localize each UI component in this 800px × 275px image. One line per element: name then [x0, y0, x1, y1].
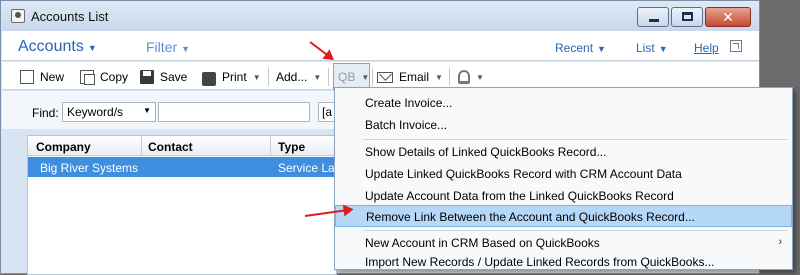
envelope-icon: [377, 71, 393, 83]
minimize-icon: [649, 19, 659, 22]
accounts-menu[interactable]: Accounts ▼: [18, 38, 97, 56]
chevron-down-icon: ▼: [313, 72, 322, 82]
window-title: Accounts List: [31, 9, 109, 24]
toolbar-divider: [372, 68, 373, 86]
menu-item-label: Import New Records / Update Linked Recor…: [365, 255, 715, 269]
menu-separator: [363, 139, 788, 140]
cell-type: Service Lab: [278, 161, 342, 175]
list-menu-label: List: [636, 41, 655, 55]
bell-icon: [458, 70, 470, 84]
chevron-down-icon: ▼: [361, 72, 370, 82]
accounts-menu-label: Accounts: [18, 38, 84, 55]
accounts-grid: Company Contact Type Big River Systems S…: [27, 135, 342, 275]
cell-company: Big River Systems: [40, 161, 139, 175]
popout-icon[interactable]: [730, 40, 742, 52]
nav-bar: Accounts ▼ Filter ▼ Recent ▼ List ▼ Help: [2, 31, 759, 61]
qb-button-label: QB: [338, 70, 356, 84]
maximize-icon: [682, 12, 693, 21]
email-button-label: Email: [399, 70, 430, 84]
email-button[interactable]: Email ▼: [377, 68, 443, 86]
new-button-label: New: [40, 70, 65, 84]
column-header-company[interactable]: Company: [36, 140, 91, 154]
chevron-down-icon: ▼: [87, 43, 97, 53]
recent-menu[interactable]: Recent ▼: [555, 41, 606, 55]
menu-separator: [363, 230, 788, 231]
toolbar-divider: [449, 68, 450, 86]
qb-dropdown-menu: Create Invoice... Batch Invoice... Show …: [334, 87, 793, 270]
chevron-down-icon: ▼: [658, 44, 668, 54]
menu-item-label: Batch Invoice...: [365, 118, 448, 132]
find-mode-value: Keyword/s: [67, 105, 124, 119]
menu-item-label: Remove Link Between the Account and Quic…: [366, 210, 695, 224]
find-mode-select[interactable]: Keyword/s ▼: [62, 102, 156, 122]
help-link[interactable]: Help: [694, 41, 719, 55]
close-button[interactable]: ✕: [705, 7, 751, 27]
menu-item-remove-link[interactable]: Remove Link Between the Account and Quic…: [335, 205, 792, 227]
column-header-type[interactable]: Type: [278, 140, 305, 154]
copy-button[interactable]: Copy: [80, 68, 128, 86]
column-divider[interactable]: [141, 136, 142, 156]
copy-icon: [80, 70, 95, 85]
column-header-contact[interactable]: Contact: [148, 140, 193, 154]
chevron-down-icon: ▼: [476, 72, 484, 82]
toolbar-divider: [328, 68, 329, 86]
printer-icon: [202, 72, 216, 86]
recent-menu-label: Recent: [555, 41, 594, 55]
menu-item-import-records[interactable]: Import New Records / Update Linked Recor…: [335, 251, 792, 273]
menu-item-label: Update Linked QuickBooks Record with CRM…: [365, 167, 682, 181]
menu-item-show-details[interactable]: Show Details of Linked QuickBooks Record…: [335, 141, 792, 163]
save-button-label: Save: [160, 70, 188, 84]
menu-item-label: Show Details of Linked QuickBooks Record…: [365, 145, 607, 159]
filter-menu-label: Filter: [146, 39, 178, 55]
alerts-button[interactable]: ▼: [458, 68, 484, 86]
toolbar-divider: [268, 68, 269, 86]
menu-item-label: Update Account Data from the Linked Quic…: [365, 189, 674, 203]
menu-item-update-account-data[interactable]: Update Account Data from the Linked Quic…: [335, 185, 792, 207]
chevron-down-icon: ▼: [435, 72, 443, 82]
save-icon: [140, 70, 154, 84]
print-button-label: Print: [222, 70, 247, 84]
menu-item-label: New Account in CRM Based on QuickBooks: [365, 236, 600, 250]
toolbar: New Copy Save Print ▼ Add... ▼ QB ▼ Email ▼ …: [2, 62, 759, 90]
find-input[interactable]: [158, 102, 310, 122]
close-icon: ✕: [722, 9, 734, 25]
save-button[interactable]: Save: [140, 68, 187, 86]
title-bar[interactable]: Accounts List ✕: [1, 1, 759, 31]
add-button[interactable]: Add... ▼: [276, 68, 321, 86]
maximize-button[interactable]: [671, 7, 703, 27]
column-divider[interactable]: [270, 136, 271, 156]
chevron-down-icon: ▼: [143, 106, 151, 115]
list-menu[interactable]: List ▼: [636, 41, 668, 55]
chevron-down-icon: ▼: [597, 44, 606, 54]
menu-item-batch-invoice[interactable]: Batch Invoice...: [335, 114, 792, 136]
menu-item-create-invoice[interactable]: Create Invoice...: [335, 92, 792, 114]
chevron-right-icon: ›: [778, 236, 782, 248]
chevron-down-icon: ▼: [252, 72, 261, 82]
new-button[interactable]: New: [20, 68, 64, 86]
minimize-button[interactable]: [637, 7, 669, 27]
chevron-down-icon: ▼: [181, 44, 191, 54]
menu-item-label: Create Invoice...: [365, 96, 453, 110]
new-document-icon: [20, 70, 34, 84]
add-button-label: Add...: [276, 70, 308, 84]
copy-button-label: Copy: [100, 70, 129, 84]
table-row[interactable]: Big River Systems Service Lab: [28, 157, 342, 177]
app-icon: [11, 9, 25, 23]
find-label: Find:: [32, 106, 59, 120]
print-button[interactable]: Print ▼: [202, 68, 261, 86]
qb-menu-button[interactable]: QB ▼: [338, 68, 369, 86]
grid-header: Company Contact Type: [28, 136, 338, 156]
menu-item-update-qb-record[interactable]: Update Linked QuickBooks Record with CRM…: [335, 163, 792, 185]
filter-menu[interactable]: Filter ▼: [146, 39, 190, 55]
